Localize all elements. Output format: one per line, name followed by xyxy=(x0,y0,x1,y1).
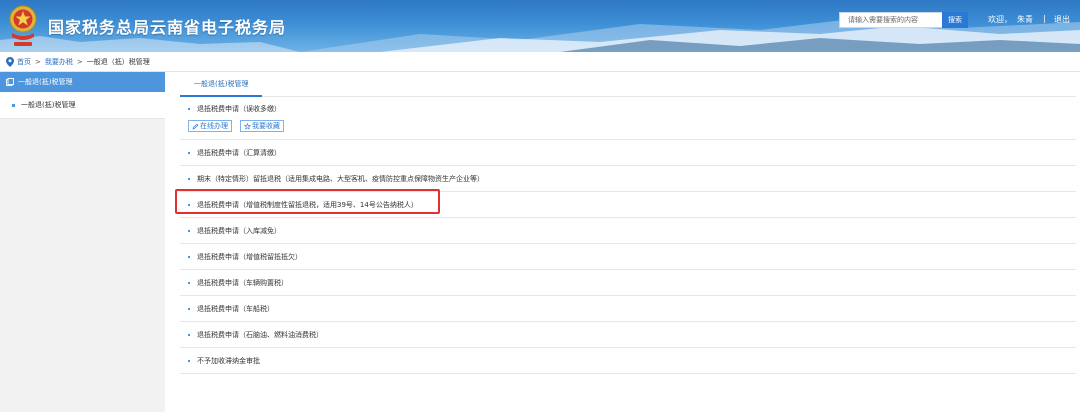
bullet-icon xyxy=(12,103,15,107)
sidebar: 一般退(抵)税管理 一般退(抵)税管理 xyxy=(0,72,165,412)
list-item[interactable]: 不予加收滞纳金审批 xyxy=(180,348,1076,374)
bullet-icon xyxy=(188,281,190,284)
list-item[interactable]: 退抵税费申请（增值税制度性留抵退税，适用39号、14号公告纳税人） xyxy=(180,192,1076,218)
list-item[interactable]: 退抵税费申请（入库减免） xyxy=(180,218,1076,244)
bullet-icon xyxy=(188,107,190,110)
search-input[interactable] xyxy=(839,12,948,28)
breadcrumb-current: 一般退（抵）税管理 xyxy=(86,57,150,66)
list-item-label: 期末（特定情形）留抵退税（适用集成电路、大型客机、疫情防控重点保障物资生产企业等… xyxy=(197,174,484,183)
list-item[interactable]: 退抵税费申请（车辆购置税） xyxy=(180,270,1076,296)
sidebar-list: 一般退(抵)税管理 xyxy=(0,92,165,119)
bullet-icon xyxy=(188,307,190,310)
welcome-text: 欢迎， xyxy=(988,15,1012,24)
list-item-label: 退抵税费申请（车辆购置税） xyxy=(197,278,288,287)
list-item-label[interactable]: 退抵税费申请（误收多缴） xyxy=(197,104,281,114)
online-apply-button[interactable]: 在线办理 xyxy=(188,120,232,132)
breadcrumb-home[interactable]: 首页 xyxy=(17,57,31,67)
tab-bar: 一般退(抵)税管理 xyxy=(180,72,1076,97)
list-item-label: 退抵税费申请（石脑油、燃料油消费税） xyxy=(197,330,323,339)
list-item-label: 不予加收滞纳金审批 xyxy=(197,356,260,365)
list-item: 退抵税费申请（误收多缴） 在线办理 我要收藏 xyxy=(180,97,1076,140)
site-title: 国家税务总局云南省电子税务局 xyxy=(48,18,287,37)
list-item[interactable]: 退抵税费申请（增值税留抵抵欠） xyxy=(180,244,1076,270)
bullet-icon xyxy=(188,333,190,336)
location-pin-icon xyxy=(6,56,14,67)
breadcrumb-tax-services[interactable]: 我要办税 xyxy=(45,57,73,67)
site-header: 国家税务总局云南省电子税务局 搜索 欢迎， 朱青 | 退出 xyxy=(0,0,1080,52)
list-item-label: 退抵税费申请（增值税制度性留抵退税，适用39号、14号公告纳税人） xyxy=(197,200,418,209)
breadcrumb-separator: > xyxy=(76,57,83,66)
add-favorite-button[interactable]: 我要收藏 xyxy=(240,120,284,132)
list-item-label: 退抵税费申请（入库减免） xyxy=(197,226,281,235)
breadcrumb: 首页 > 我要办税 > 一般退（抵）税管理 xyxy=(0,52,1080,72)
bullet-icon xyxy=(188,151,190,154)
list-item[interactable]: 退抵税费申请（石脑油、燃料油消费税） xyxy=(180,322,1076,348)
bullet-icon xyxy=(188,177,190,180)
list-item[interactable]: 退抵税费申请（车船税） xyxy=(180,296,1076,322)
search-button[interactable]: 搜索 xyxy=(942,12,968,28)
document-icon xyxy=(6,78,14,86)
bullet-icon xyxy=(188,255,190,258)
bullet-icon xyxy=(188,359,190,362)
sidebar-header-label: 一般退(抵)税管理 xyxy=(18,78,73,86)
username-link[interactable]: 朱青 xyxy=(1017,14,1033,25)
star-icon xyxy=(244,122,251,130)
logout-link[interactable]: 退出 xyxy=(1054,14,1070,25)
list-item[interactable]: 期末（特定情形）留抵退税（适用集成电路、大型客机、疫情防控重点保障物资生产企业等… xyxy=(180,166,1076,192)
header-divider: | xyxy=(1043,14,1046,23)
main-content: 一般退(抵)税管理 退抵税费申请（误收多缴） 在线办理 我要收藏 退抵税费申请（… xyxy=(180,72,1076,374)
tab-general-refund[interactable]: 一般退(抵)税管理 xyxy=(180,72,263,97)
list-item-label: 退抵税费申请（汇算清缴） xyxy=(197,148,281,157)
pencil-icon xyxy=(192,123,199,130)
list-item[interactable]: 退抵税费申请（汇算清缴） xyxy=(180,140,1076,166)
sidebar-item-general-refund[interactable]: 一般退(抵)税管理 xyxy=(0,92,165,118)
tax-emblem-icon xyxy=(9,5,37,46)
breadcrumb-separator: > xyxy=(35,57,41,66)
bullet-icon xyxy=(188,229,190,232)
sidebar-header[interactable]: 一般退(抵)税管理 xyxy=(0,72,165,92)
row-actions: 在线办理 我要收藏 xyxy=(180,120,1076,132)
list-item-label: 退抵税费申请（车船税） xyxy=(197,304,274,313)
bullet-icon xyxy=(188,203,190,206)
sidebar-item-label: 一般退(抵)税管理 xyxy=(21,101,76,109)
list-item-label: 退抵税费申请（增值税留抵抵欠） xyxy=(197,252,302,261)
